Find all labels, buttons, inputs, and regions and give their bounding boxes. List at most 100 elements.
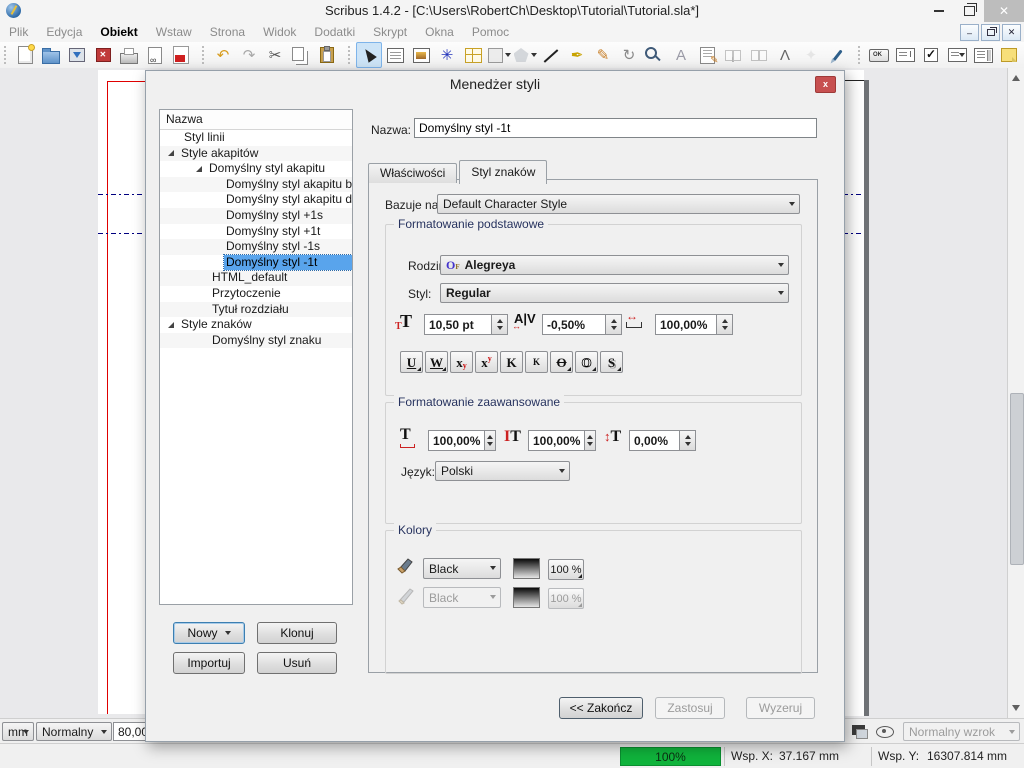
- insert-render-frame-button[interactable]: ✳: [434, 42, 460, 68]
- insert-bezier-button[interactable]: ✒: [564, 42, 590, 68]
- export-pdf-button[interactable]: [168, 42, 194, 68]
- print-document-button[interactable]: [116, 42, 142, 68]
- pdf-text-annotation-button[interactable]: [996, 42, 1022, 68]
- menu-item-edycja[interactable]: Edycja: [37, 25, 91, 39]
- rotate-item-button[interactable]: ↻: [616, 42, 642, 68]
- pdf-push-button-button[interactable]: [866, 42, 892, 68]
- effect-outline-button[interactable]: O: [575, 351, 598, 373]
- menu-item-skrypt[interactable]: Skrypt: [364, 25, 416, 39]
- insert-polygon-button[interactable]: [512, 42, 538, 68]
- baseline-offset-spin[interactable]: 0,00%: [629, 430, 696, 451]
- pdf-list-box-button[interactable]: [970, 42, 996, 68]
- edit-contents-button[interactable]: A: [668, 42, 694, 68]
- tree-item[interactable]: Domyślny styl -1s: [160, 239, 352, 255]
- close-document-button[interactable]: [90, 42, 116, 68]
- scroll-up-icon[interactable]: [1012, 75, 1020, 81]
- undo-button[interactable]: ↶: [210, 42, 236, 68]
- mdi-restore-button[interactable]: [981, 24, 1000, 41]
- style-name-input[interactable]: [414, 118, 817, 138]
- v-scale-spin[interactable]: 100,00%: [528, 430, 596, 451]
- measurements-button[interactable]: Λ: [772, 42, 798, 68]
- spinner-buttons[interactable]: [716, 314, 733, 335]
- new-document-button[interactable]: [12, 42, 38, 68]
- insert-freehand-line-button[interactable]: ✎: [590, 42, 616, 68]
- effect-underline-words-button[interactable]: W: [425, 351, 448, 373]
- tree-item[interactable]: Tytuł rozdziału: [160, 302, 352, 318]
- font-style-select[interactable]: Regular: [440, 283, 789, 303]
- tree-item[interactable]: Przytoczenie: [160, 286, 352, 302]
- menu-item-strona[interactable]: Strona: [201, 25, 254, 39]
- unit-select[interactable]: mm: [2, 722, 34, 741]
- scrollbar-thumb[interactable]: [1010, 393, 1024, 565]
- tab-char-style[interactable]: Styl znaków: [459, 160, 547, 184]
- font-size-spin[interactable]: 10,50 pt: [424, 314, 508, 335]
- tree-item[interactable]: HTML_default: [160, 270, 352, 286]
- preview-eye-icon[interactable]: [876, 726, 894, 738]
- edit-story-button[interactable]: [694, 42, 720, 68]
- cut-button[interactable]: ✂: [262, 42, 288, 68]
- minimize-button[interactable]: [924, 0, 954, 22]
- mdi-minimize-button[interactable]: –: [960, 24, 979, 41]
- effect-subscript-button[interactable]: xy: [450, 351, 473, 373]
- insert-table-button[interactable]: [460, 42, 486, 68]
- copy-button[interactable]: [288, 42, 314, 68]
- vertical-scrollbar[interactable]: [1007, 68, 1024, 718]
- spinner-buttons[interactable]: [491, 314, 508, 335]
- save-document-button[interactable]: [64, 42, 90, 68]
- h-scale-spin[interactable]: 100,00%: [428, 430, 496, 451]
- zoom-tool-button[interactable]: [642, 42, 668, 68]
- mdi-close-button[interactable]: ✕: [1002, 24, 1021, 41]
- effect-underline-button[interactable]: U: [400, 351, 423, 373]
- insert-text-frame-button[interactable]: [382, 42, 408, 68]
- effect-all-caps-button[interactable]: K: [500, 351, 523, 373]
- page-left[interactable]: [98, 70, 145, 714]
- close-button[interactable]: ✕: [984, 0, 1024, 22]
- paste-button[interactable]: [314, 42, 340, 68]
- spinner-buttons[interactable]: [484, 430, 496, 451]
- tree-item[interactable]: Domyślny styl -1t: [160, 255, 352, 271]
- tree-item[interactable]: Domyślny styl +1t: [160, 224, 352, 240]
- menu-item-plik[interactable]: Plik: [0, 25, 37, 39]
- import-style-button[interactable]: Importuj: [173, 652, 245, 674]
- spinner-buttons[interactable]: [605, 314, 622, 335]
- select-item-button[interactable]: [356, 42, 382, 68]
- insert-shape-button[interactable]: [486, 42, 512, 68]
- done-button[interactable]: << Zakończ: [559, 697, 643, 719]
- spinner-buttons[interactable]: [584, 430, 596, 451]
- menu-item-widok[interactable]: Widok: [254, 25, 305, 39]
- eyedropper-button[interactable]: [824, 42, 850, 68]
- insert-image-frame-button[interactable]: [408, 42, 434, 68]
- tree-item[interactable]: Domyślny styl akapitu dc: [160, 192, 352, 208]
- tree-item[interactable]: Domyślny styl akapitu: [160, 161, 352, 177]
- open-document-button[interactable]: [38, 42, 64, 68]
- font-family-select[interactable]: OF Alegreya: [440, 255, 789, 275]
- pdf-combo-box-button[interactable]: [944, 42, 970, 68]
- quality-select[interactable]: Normalny: [36, 722, 112, 741]
- tree-item[interactable]: Domyślny styl akapitu bw: [160, 177, 352, 193]
- vision-defect-select[interactable]: Normalny wzrok: [903, 722, 1020, 741]
- spinner-buttons[interactable]: [679, 430, 696, 451]
- fill-shade-button[interactable]: 100 %: [548, 559, 584, 580]
- menu-item-wstaw[interactable]: Wstaw: [147, 25, 201, 39]
- menu-item-obiekt[interactable]: Obiekt: [91, 25, 146, 39]
- redo-button[interactable]: ↷: [236, 42, 262, 68]
- expander-icon[interactable]: [168, 322, 174, 328]
- tree-item[interactable]: Styl linii: [160, 130, 352, 146]
- scroll-down-icon[interactable]: [1012, 705, 1020, 711]
- delete-style-button[interactable]: Usuń: [257, 652, 337, 674]
- pdf-checkbox-button[interactable]: [918, 42, 944, 68]
- dialog-close-button[interactable]: x: [815, 76, 836, 93]
- new-style-button[interactable]: Nowy: [173, 622, 245, 644]
- insert-line-button[interactable]: [538, 42, 564, 68]
- tree-item[interactable]: Domyślny styl znaku: [160, 333, 352, 349]
- preflight-verifier-button[interactable]: [142, 42, 168, 68]
- char-width-spin[interactable]: 100,00%: [655, 314, 733, 335]
- expander-icon[interactable]: [168, 150, 174, 156]
- menu-item-dodatki[interactable]: Dodatki: [305, 25, 364, 39]
- menu-item-okna[interactable]: Okna: [416, 25, 463, 39]
- language-select[interactable]: Polski: [435, 461, 570, 481]
- tree-item[interactable]: Style akapitów: [160, 146, 352, 162]
- based-on-select[interactable]: Default Character Style: [437, 194, 800, 214]
- tracking-spin[interactable]: -0,50%: [542, 314, 622, 335]
- restore-button[interactable]: [954, 0, 984, 22]
